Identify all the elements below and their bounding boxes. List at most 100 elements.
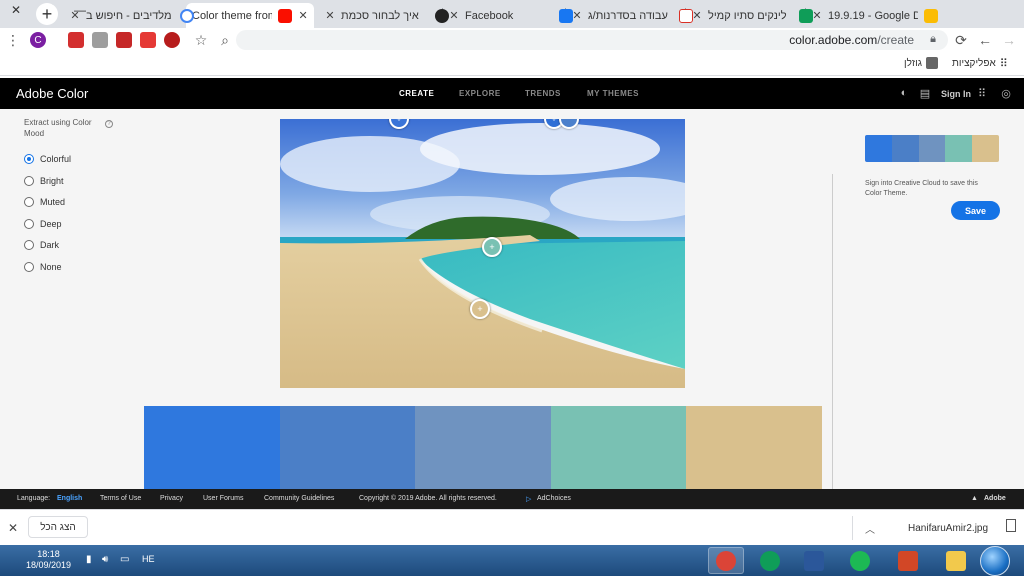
nav-create[interactable]: CREATE [399, 89, 434, 98]
nav-trends[interactable]: TRENDS [525, 89, 561, 98]
theme-preview [865, 135, 999, 162]
signal-icon[interactable]: ▮ [86, 554, 92, 565]
browser-tab[interactable]: ✕ עבודה בסדרנות/ג [566, 3, 699, 28]
browser-tab[interactable]: ✕ איך לבחור סכמת [319, 3, 455, 28]
color-swatch[interactable] [279, 406, 416, 489]
extension-icon[interactable] [140, 32, 156, 48]
adobe-header: Adobe Color CREATE EXPLORE TRENDS MY THE… [0, 78, 1024, 109]
volume-icon[interactable]: 🔊︎ [102, 554, 108, 565]
tab-title: מלדיבים - חיפוש ב [86, 9, 172, 22]
mood-option-deep[interactable]: Deep [24, 218, 62, 230]
browser-tab-active[interactable]: Color theme from ✕ [186, 3, 314, 28]
close-window-icon[interactable]: ✕ [0, 0, 32, 20]
browser-tab[interactable]: ✕ 19.9.19 - Google D [806, 3, 944, 28]
clock-time: 18:18 [37, 549, 60, 559]
url-text: color.adobe.com/create [789, 33, 914, 47]
taskbar-powerpoint[interactable] [890, 547, 926, 574]
color-swatch[interactable] [415, 406, 551, 489]
radio-icon[interactable] [24, 240, 34, 250]
preview-swatch [865, 135, 892, 162]
language-indicator[interactable]: HE [142, 554, 155, 564]
feedback-icon[interactable]: ▤ [919, 87, 931, 100]
facebook-icon [559, 8, 573, 23]
mood-option-none[interactable]: None [24, 261, 62, 273]
color-swatch[interactable] [550, 406, 687, 489]
bookmark-star-icon[interactable]: ☆ [192, 31, 210, 49]
taskbar-spotify[interactable] [842, 547, 878, 574]
bookmark-item[interactable]: אפליקציות ⠿ [952, 57, 1008, 70]
color-picker-handle[interactable]: + [470, 299, 490, 319]
taskbar-word[interactable] [796, 547, 832, 574]
save-button[interactable]: Save [951, 201, 1000, 220]
source-image[interactable]: + + + + [280, 119, 685, 388]
extension-icon[interactable] [68, 32, 84, 48]
system-clock[interactable]: 18:18 18/09/2019 [26, 549, 71, 571]
sign-in-link[interactable]: Sign In [941, 89, 971, 99]
tab-close-icon[interactable]: ✕ [325, 9, 335, 22]
new-tab-button[interactable]: + [36, 3, 58, 25]
adobe-footer-logo[interactable]: Adobe [984, 495, 1006, 502]
tab-title: Facebook [465, 9, 514, 22]
reload-icon[interactable]: ⟳ [952, 31, 970, 49]
show-all-button[interactable]: הצג הכל [28, 516, 88, 538]
radio-icon[interactable] [24, 219, 34, 229]
taskbar-chrome[interactable] [708, 547, 744, 574]
color-mood-title: Extract using Color Mood [24, 118, 92, 138]
terms-link[interactable]: Terms of Use [100, 495, 141, 502]
back-arrow-icon[interactable]: ← [976, 31, 994, 49]
chevron-up-icon[interactable]: ︿ [865, 521, 875, 536]
taskbar-chrome[interactable] [752, 547, 788, 574]
color-swatch[interactable] [686, 406, 822, 489]
community-guidelines-link[interactable]: Community Guidelines [264, 495, 334, 502]
windows-start-button[interactable] [980, 546, 1010, 576]
taskbar-explorer[interactable] [938, 547, 974, 574]
omnibox[interactable]: color.adobe.com/create 🔒︎ [236, 30, 948, 50]
panel-divider [832, 174, 833, 489]
network-icon[interactable]: ▭ [120, 554, 129, 565]
bookmark-item[interactable]: גוזלן [904, 57, 938, 69]
extension-icon[interactable] [164, 32, 180, 48]
mood-option-bright[interactable]: Bright [24, 175, 64, 187]
theme-contrast-icon[interactable]: ◐ [898, 87, 910, 99]
apps-grid-icon[interactable]: ⠿ [976, 87, 988, 100]
zoom-icon[interactable]: ⌕ [216, 31, 234, 49]
forward-arrow-icon[interactable]: → [1000, 31, 1018, 49]
site-icon [435, 8, 449, 23]
pdf-extension-icon[interactable] [116, 32, 132, 48]
privacy-link[interactable]: Privacy [160, 495, 183, 502]
radio-icon[interactable] [24, 176, 34, 186]
gmail-icon [679, 8, 693, 23]
user-forums-link[interactable]: User Forums [203, 495, 243, 502]
download-bar: ✕ הצג הכל ︿ HanifaruAmir2.jpg [0, 509, 1024, 545]
browser-tab[interactable]: ✕ Facebook [443, 3, 579, 28]
nav-explore[interactable]: EXPLORE [459, 89, 501, 98]
mood-option-dark[interactable]: Dark [24, 239, 59, 251]
creative-cloud-icon[interactable]: ◎ [1000, 87, 1012, 100]
close-icon[interactable]: ✕ [8, 521, 18, 535]
extension-icon[interactable] [92, 32, 108, 48]
preview-swatch [891, 135, 919, 162]
tab-close-icon[interactable]: ✕ [70, 9, 80, 22]
word-icon [804, 550, 824, 571]
radio-selected-icon[interactable] [24, 154, 34, 164]
menu-kebab-icon[interactable]: ⋮ [4, 31, 22, 49]
copyright: Copyright © 2019 Adobe. All rights reser… [359, 495, 497, 502]
adchoices-link[interactable]: AdChoices [537, 495, 571, 502]
info-icon[interactable]: ? [105, 120, 113, 128]
language-link[interactable]: English [57, 495, 82, 502]
color-picker-handle[interactable]: + [482, 237, 502, 257]
bookmark-label: גוזלן [904, 57, 922, 69]
browser-tab[interactable]: ✕ מלדיבים - חיפוש ב [64, 3, 200, 28]
radio-icon[interactable] [24, 262, 34, 272]
download-item[interactable]: ︿ HanifaruAmir2.jpg [852, 516, 1024, 540]
browser-tab[interactable]: ✕ לינקים סתיו קמיל [686, 3, 819, 28]
tab-close-icon[interactable]: ✕ [298, 9, 308, 22]
mood-option-colorful[interactable]: Colorful [24, 153, 71, 165]
color-swatch[interactable] [144, 406, 280, 489]
radio-icon[interactable] [24, 197, 34, 207]
mood-option-muted[interactable]: Muted [24, 196, 65, 208]
brand-title[interactable]: Adobe Color [16, 86, 88, 101]
nav-my-themes[interactable]: MY THEMES [587, 89, 639, 98]
profile-avatar[interactable]: C [30, 32, 46, 48]
lock-icon[interactable]: 🔒︎ [930, 33, 936, 46]
